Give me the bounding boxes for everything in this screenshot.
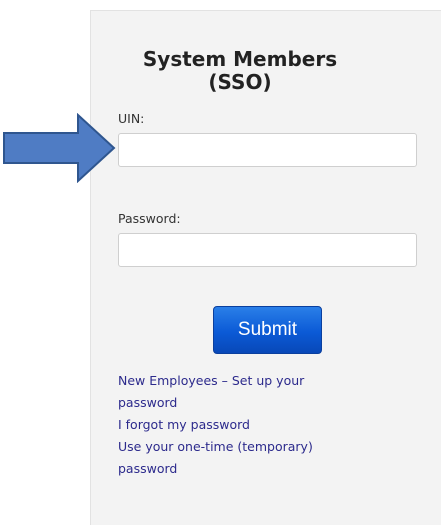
title-line-2: (SSO) [208,70,272,94]
new-employees-link-line-2: password [118,395,178,410]
forgot-password-link-text: I forgot my password [118,417,250,432]
one-time-password-link[interactable]: Use your one-time (temporary) password [118,436,388,480]
page: System Members (SSO) UIN: Password: Subm… [0,0,441,525]
uin-label: UIN: [118,111,145,126]
page-title: System Members (SSO) [90,48,390,94]
new-employees-link-line-1: New Employees – Set up your [118,373,305,388]
title-line-1: System Members [142,47,338,71]
right-arrow-shape [3,113,116,183]
one-time-password-link-line-1: Use your one-time (temporary) [118,439,313,454]
new-employees-link[interactable]: New Employees – Set up your password [118,370,388,414]
forgot-password-link[interactable]: I forgot my password [118,414,388,436]
right-arrow-icon [3,113,116,183]
password-label: Password: [118,211,181,226]
help-links: New Employees – Set up your password I f… [118,370,388,480]
password-input[interactable] [118,233,417,267]
one-time-password-link-line-2: password [118,461,178,476]
submit-button[interactable]: Submit [213,306,322,354]
uin-input[interactable] [118,133,417,167]
